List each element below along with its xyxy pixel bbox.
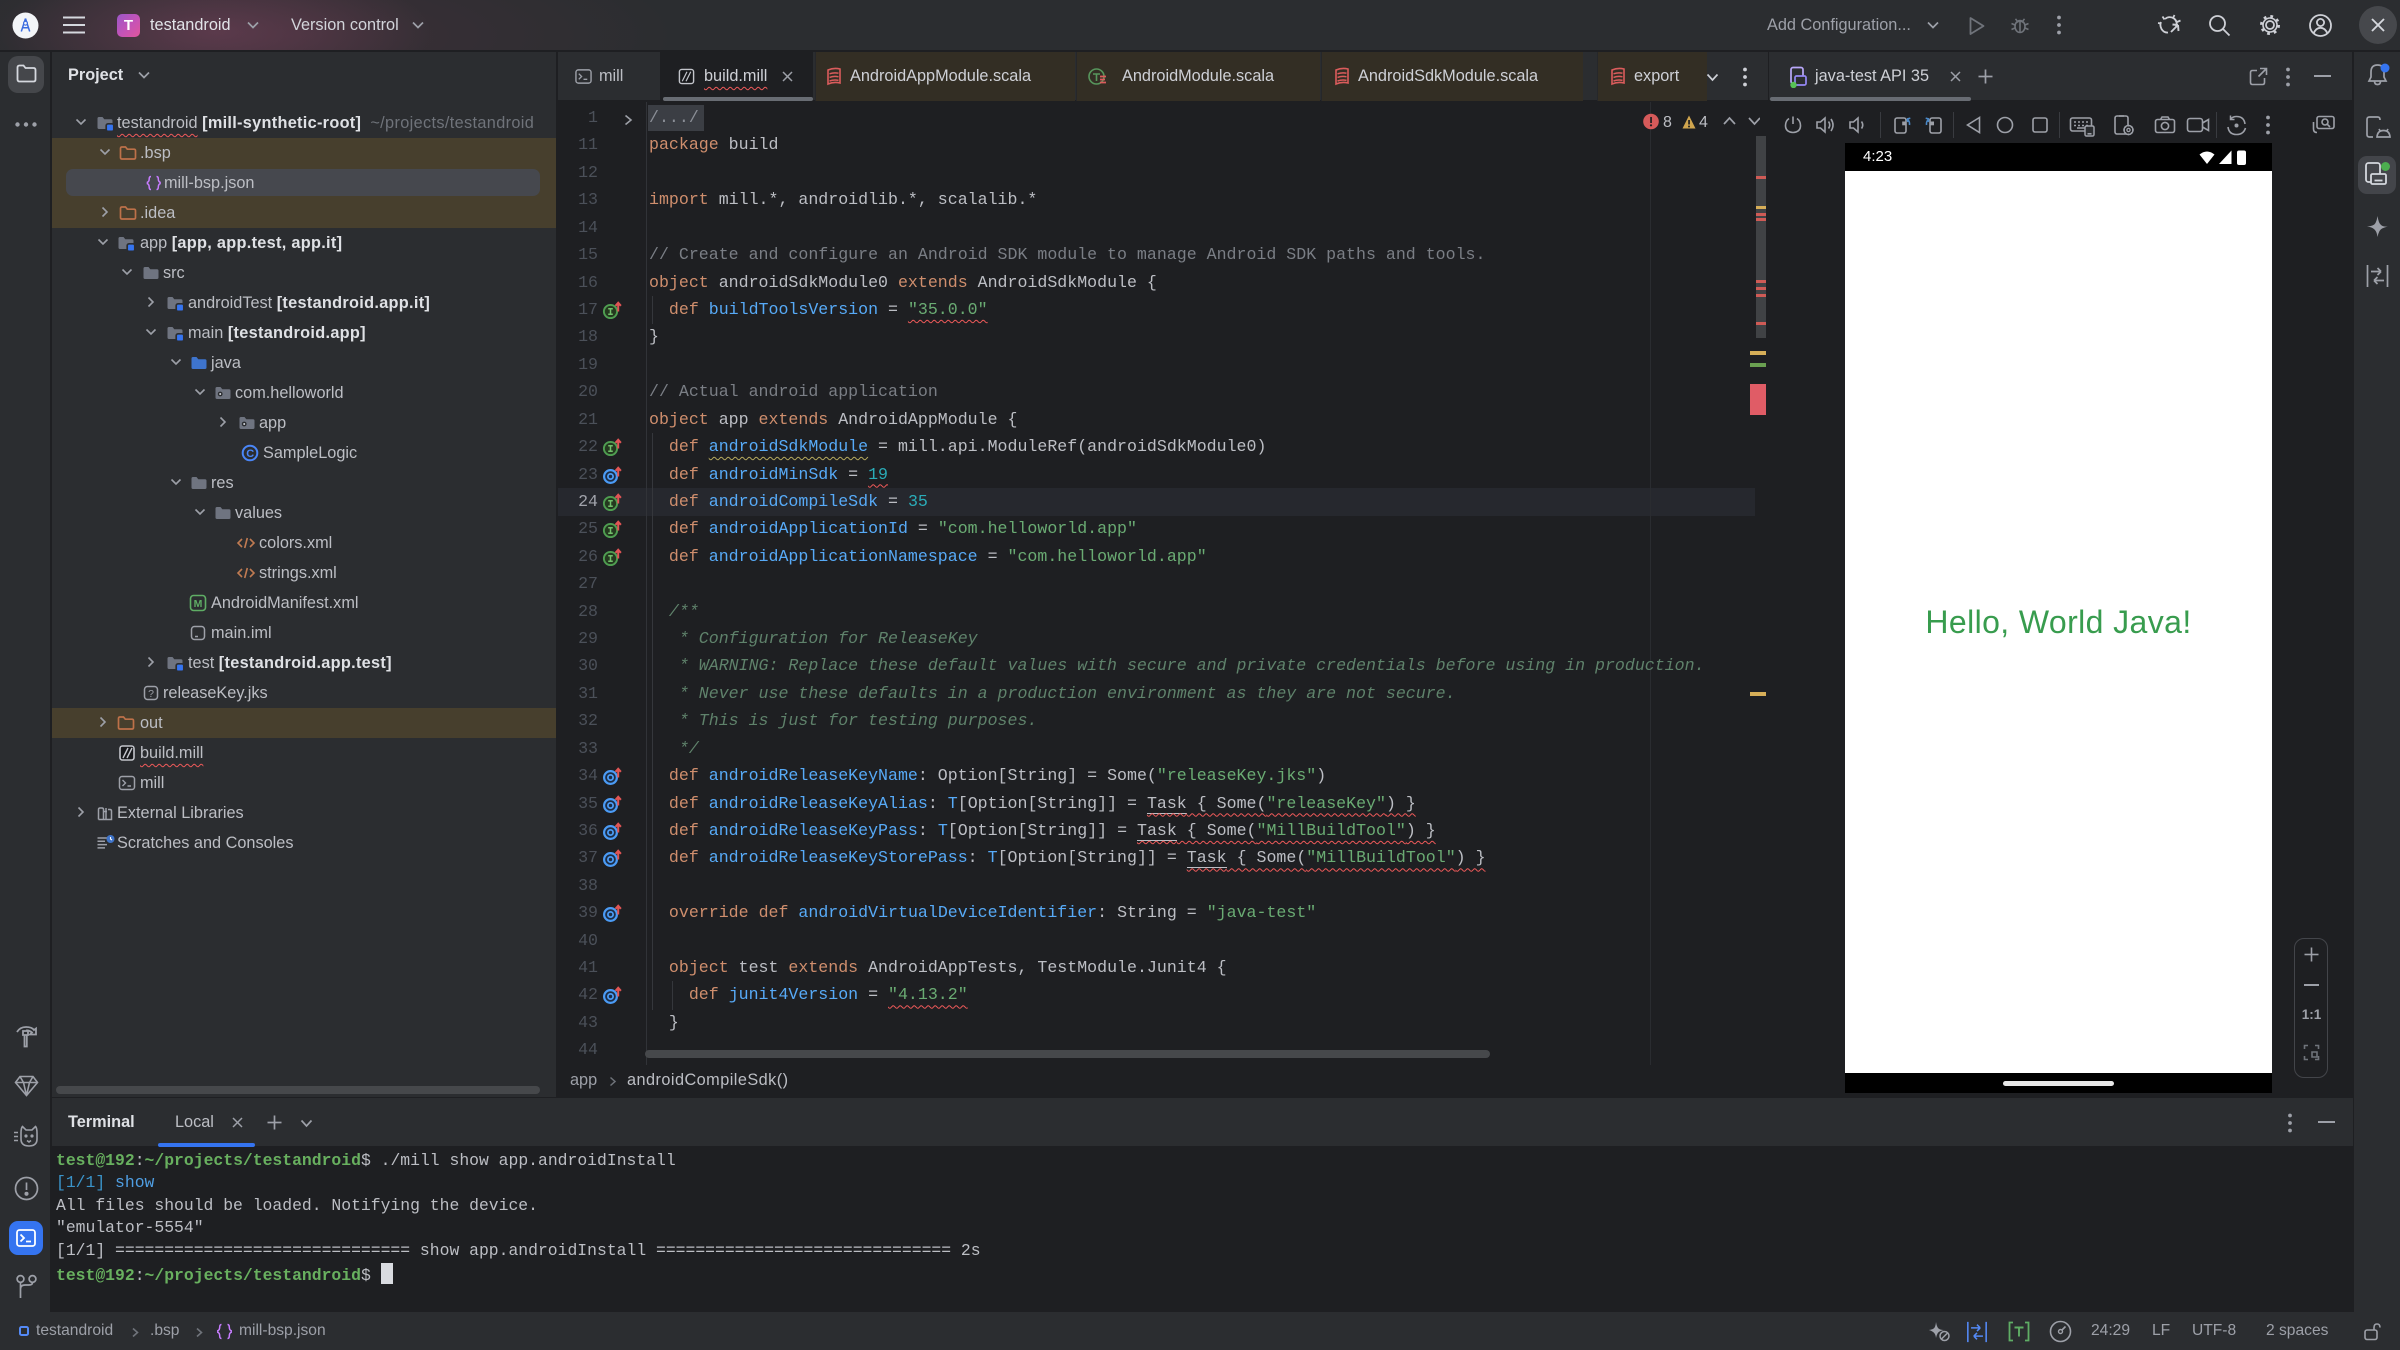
svg-text:4: 4 (1699, 114, 1708, 131)
svg-text:8: 8 (1663, 114, 1672, 131)
svg-text:?: ? (148, 688, 154, 700)
svg-text:M: M (194, 598, 203, 610)
svg-text:C: C (246, 448, 254, 460)
